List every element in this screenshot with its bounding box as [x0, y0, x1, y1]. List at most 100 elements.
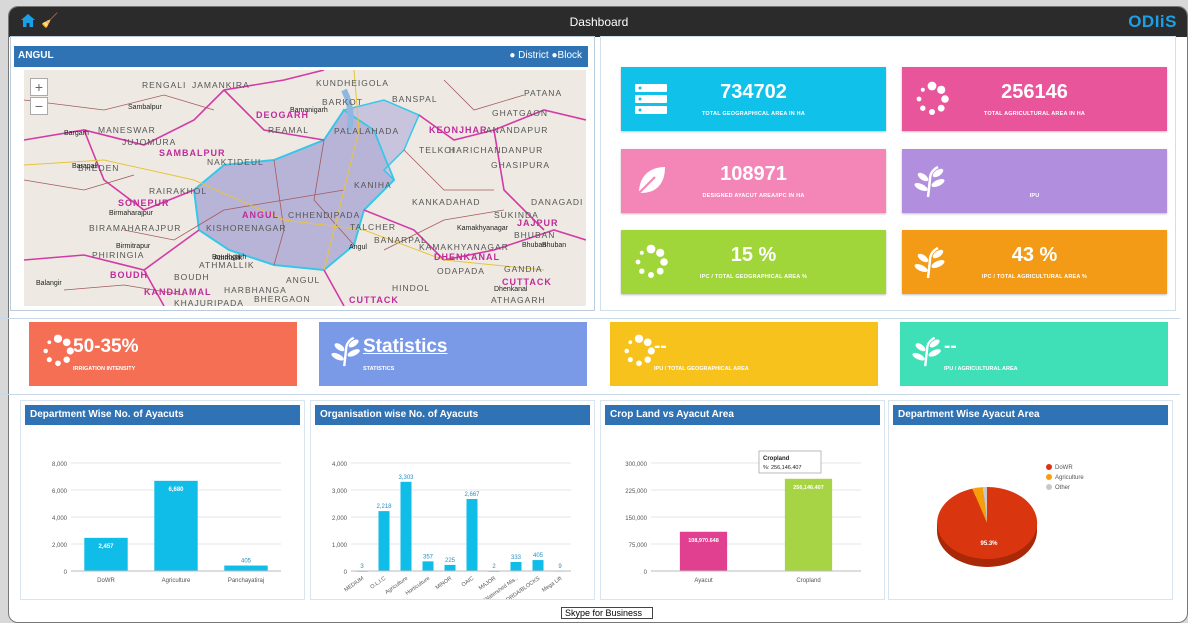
map-label: HARBHANGA	[224, 285, 287, 295]
legend-label[interactable]: Other	[1055, 485, 1070, 491]
summary-tile[interactable]: -- IPU / AGRICULTURAL AREA	[900, 322, 1168, 386]
kpi-tile[interactable]: 43 % IPC / TOTAL AGRICULTURAL AREA %	[902, 230, 1167, 294]
x-tick-label: Agriculture	[162, 578, 191, 584]
bar[interactable]	[510, 562, 522, 571]
map-label: BIRAMAHARAJPUR	[89, 223, 182, 233]
map-label: KANDHAMAL	[144, 287, 212, 297]
data-label: 225	[445, 558, 456, 564]
y-tick-label: 4,000	[332, 462, 348, 468]
district-label[interactable]: District	[518, 50, 549, 61]
bar[interactable]	[422, 561, 434, 571]
zoom-in-button[interactable]: +	[30, 78, 48, 96]
bar[interactable]	[444, 564, 456, 571]
map-label: KAMAKHYANAGAR	[419, 242, 509, 252]
data-label: 3,303	[398, 475, 414, 481]
summary-value: 50-35%	[73, 336, 139, 357]
summary-tile[interactable]: 50-35% IRRIGATION INTENSITY	[29, 322, 297, 386]
x-tick-label: MAJOR	[478, 576, 497, 592]
map-header: ANGUL ● District ●Block	[14, 46, 588, 67]
map-label: PHIRINGIA	[92, 250, 145, 260]
chart-title: Department Wise No. of Ayacuts	[25, 405, 300, 425]
map-label: Bhuban	[522, 242, 547, 249]
map-label: KEONJHAR	[429, 125, 488, 135]
bar[interactable]	[532, 560, 544, 571]
data-label: 2,457	[98, 544, 114, 550]
map-label: GHATGAON	[492, 108, 549, 118]
map-label: ODAPADA	[437, 266, 485, 276]
x-tick-label: Panchayatiraj	[228, 578, 264, 584]
legend-label[interactable]: Agriculture	[1055, 475, 1084, 481]
kpi-tile[interactable]: 108971 DESIGNED AYACUT AREA/IPC IN HA	[621, 149, 886, 213]
kpi-tile[interactable]: 734702 TOTAL GEOGRAPHICAL AREA IN HA	[621, 67, 886, 131]
plant-icon	[331, 334, 367, 370]
bar[interactable]	[154, 480, 198, 571]
map-label: Boudhgarh	[212, 254, 247, 261]
y-tick-label: 300,000	[625, 462, 647, 468]
tooltip-text: %: 256,146.407	[763, 465, 802, 471]
chart-tooltip: Cropland %: 256,146.407	[758, 450, 822, 474]
y-tick-label: 75,000	[629, 543, 648, 549]
summary-tile[interactable]: -- IPU / TOTAL GEOGRAPHICAL AREA	[610, 322, 878, 386]
kpi-tile[interactable]: IPU	[902, 149, 1167, 213]
x-tick-label: MEDIUM	[343, 575, 365, 593]
y-tick-label: 4,000	[52, 516, 68, 522]
summary-label: IPU / TOTAL GEOGRAPHICAL AREA	[654, 366, 749, 372]
bar[interactable]	[378, 511, 390, 571]
summary-tile[interactable]: Statistics STATISTICS	[319, 322, 587, 386]
data-label: 2,218	[376, 504, 392, 510]
bar[interactable]	[84, 537, 128, 571]
summary-label: IPU / AGRICULTURAL AREA	[944, 366, 1018, 372]
summary-label: IRRIGATION INTENSITY	[73, 366, 136, 372]
kpi-tile[interactable]: 15 % IPC / TOTAL GEOGRAPHICAL AREA %	[621, 230, 886, 294]
pie-slice[interactable]	[937, 486, 1038, 559]
x-tick-label: Horticulture	[405, 576, 431, 597]
x-tick-label: O.L.I.C	[369, 576, 387, 591]
y-tick-label: 225,000	[625, 489, 647, 495]
y-tick-label: 3,000	[332, 489, 348, 495]
x-tick-label: Mega Lift	[541, 575, 563, 593]
map-title: ANGUL	[18, 50, 54, 61]
district-radio[interactable]: ●	[509, 50, 518, 61]
map-label: JAMANKIRA	[192, 80, 250, 90]
statistics-link[interactable]: Statistics	[363, 336, 447, 358]
x-tick-label: Cropland	[796, 578, 820, 584]
bar[interactable]	[466, 498, 478, 571]
map-label: MANESWAR	[98, 125, 156, 135]
map-label: Bamanigarh	[290, 107, 328, 114]
kpi-value: 43 %	[1011, 244, 1058, 266]
kpi-label: IPU	[1029, 193, 1040, 199]
map-label: PATANA	[524, 88, 563, 98]
map-label: Bargarh	[64, 130, 89, 137]
x-tick-label: DoWR	[97, 578, 115, 584]
map-label: REAMAL	[268, 125, 309, 135]
bar[interactable]	[400, 481, 412, 571]
bar[interactable]	[224, 565, 268, 571]
summary-value: --	[944, 336, 957, 357]
chart-svg: 95.3% DoWR Agriculture Other	[937, 464, 1084, 567]
bar[interactable]	[784, 478, 833, 571]
map-label: Balangir	[36, 280, 62, 287]
kpi-tile[interactable]: 256146 TOTAL AGRICULTURAL AREA IN HA	[902, 67, 1167, 131]
map-label: GANDIA	[504, 264, 543, 274]
block-label[interactable]: Block	[558, 50, 582, 61]
kpi-value: 734702	[720, 81, 787, 103]
map-label: KANKADAHAD	[412, 197, 481, 207]
kpi-label: IPC / TOTAL GEOGRAPHICAL AREA %	[699, 274, 808, 280]
map-label: ATHAGARH	[491, 295, 546, 305]
map-label: Angul	[349, 244, 367, 251]
legend-label[interactable]: DoWR	[1055, 465, 1073, 471]
district-map[interactable]: + − DEOGARH SAMBALPUR KEONJHAR SONEPUR A…	[24, 70, 586, 306]
map-label: SUKINDA	[494, 210, 539, 220]
data-label: 405	[533, 553, 544, 559]
y-tick-label: 0	[344, 570, 348, 576]
zoom-out-button[interactable]: −	[30, 97, 48, 115]
chart-title: Crop Land vs Ayacut Area	[605, 405, 880, 425]
chart-title: Organisation wise No. of Ayacuts	[315, 405, 590, 425]
map-label: PALALAHADA	[334, 126, 400, 136]
y-tick-label: 2,000	[332, 516, 348, 522]
x-tick-label: OAIC	[461, 576, 475, 589]
page-title: Dashboard	[569, 15, 629, 29]
y-tick-label: 1,000	[332, 543, 348, 549]
summary-value: --	[654, 336, 667, 357]
pie-data-label: 95.3%	[980, 541, 998, 547]
